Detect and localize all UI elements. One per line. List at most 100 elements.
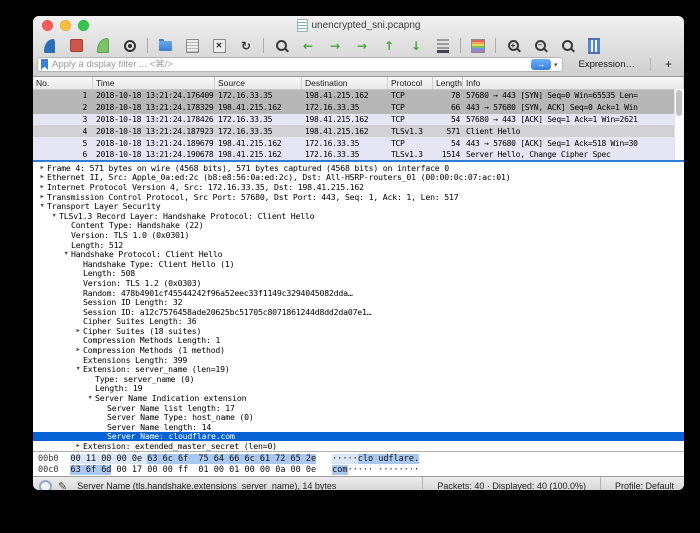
tree-item[interactable]: Version: TLS 1.0 (0x0301) — [33, 230, 684, 240]
tree-item[interactable]: ▼ TLSv1.3 Record Layer: Handshake Protoco… — [33, 211, 684, 221]
tree-item[interactable]: ▶ Compression Methods (1 method) — [33, 345, 684, 355]
tree-item[interactable]: Length: 19 — [33, 383, 684, 393]
apply-filter-button[interactable]: → — [530, 59, 551, 70]
column-header-source[interactable]: Source — [215, 77, 302, 89]
tree-item[interactable]: Handshake Type: Client Hello (1) — [33, 259, 684, 269]
capture-comment-icon[interactable]: ✎ — [58, 480, 67, 491]
auto-scroll-button[interactable] — [434, 37, 452, 54]
expand-arrow-icon[interactable]: ▶ — [73, 347, 83, 353]
zoom-reset-button[interactable] — [558, 37, 576, 54]
column-header-destination[interactable]: Destination — [302, 77, 388, 89]
profile-selector[interactable]: Profile: Default — [599, 477, 678, 490]
tree-item[interactable]: Content Type: Handshake (22) — [33, 220, 684, 230]
go-to-packet-button[interactable]: → — [353, 37, 371, 54]
tree-item[interactable]: Version: TLS 1.2 (0x0303) — [33, 278, 684, 288]
tree-item[interactable]: Extensions Length: 399 — [33, 355, 684, 365]
tree-item[interactable]: ▼ Server Name Indication extension — [33, 393, 684, 403]
restart-capture-button[interactable] — [94, 37, 112, 54]
toolbar-group — [40, 37, 139, 54]
packet-bytes-pane[interactable]: 00b0 00 11 00 00 0e 63 6c 6f 75 64 66 6c … — [33, 451, 684, 476]
tree-item[interactable]: Type: server_name (0) — [33, 374, 684, 384]
go-back-button[interactable]: ← — [299, 37, 317, 54]
packet-row[interactable]: 1 2018-10-18 13:21:24.176409 172.16.33.35 1… — [33, 90, 684, 102]
go-first-button[interactable]: ↑ — [380, 37, 398, 54]
collapse-arrow-icon[interactable]: ▼ — [37, 203, 47, 209]
packet-cell-protocol: TLSv1.3 — [391, 150, 423, 160]
expand-arrow-icon[interactable]: ▶ — [73, 328, 83, 334]
tree-item[interactable]: Session ID Length: 32 — [33, 297, 684, 307]
tree-item[interactable]: Server Name length: 14 — [33, 422, 684, 432]
column-header-length[interactable]: Length — [433, 77, 463, 89]
packet-cell-destination: 198.41.215.162 — [305, 91, 369, 101]
expand-arrow-icon[interactable]: ▶ — [37, 194, 47, 200]
tree-item[interactable]: ▼ Transport Layer Security — [33, 201, 684, 211]
column-header-time[interactable]: Time — [93, 77, 215, 89]
packet-row[interactable]: 2 2018-10-18 13:21:24.178329 198.41.215.16… — [33, 101, 684, 114]
colorize-packets-icon — [471, 38, 485, 53]
colorize-packets-button[interactable] — [469, 37, 487, 54]
filter-bookmark-icon[interactable] — [41, 59, 48, 70]
collapse-arrow-icon[interactable]: ▼ — [49, 213, 59, 219]
collapse-arrow-icon[interactable]: ▼ — [73, 366, 83, 372]
stop-capture-button[interactable] — [67, 37, 85, 54]
expand-arrow-icon[interactable]: ▶ — [37, 165, 47, 171]
minimize-window-button[interactable] — [60, 20, 71, 31]
column-header-protocol[interactable]: Protocol — [388, 77, 433, 89]
tree-item[interactable]: ▶ Frame 4: 571 bytes on wire (4568 bits),… — [33, 163, 684, 173]
tree-item[interactable]: Length: 512 — [33, 240, 684, 250]
expert-info-icon[interactable] — [39, 479, 52, 490]
tree-item-label: Cipher Suites (18 suites) — [83, 325, 202, 336]
reload-file-button[interactable]: ↻ — [237, 37, 255, 54]
close-window-button[interactable] — [42, 20, 53, 31]
tree-item[interactable]: ▶ Extension: extended_master_secret (len=… — [33, 441, 684, 451]
tree-item[interactable]: Random: 478b4901cf45544242f96a52eec33f11… — [33, 288, 684, 298]
packet-cell-no: 2 — [82, 103, 87, 113]
packet-row[interactable]: 6 2018-10-18 13:21:24.190678 198.41.215.16… — [33, 148, 684, 160]
tree-item[interactable]: Cipher Suites Length: 36 — [33, 316, 684, 326]
close-file-button[interactable] — [210, 37, 228, 54]
add-filter-button[interactable]: + — [649, 58, 680, 71]
packet-cell-no: 1 — [82, 91, 87, 101]
filter-history-caret-icon[interactable]: ▾ — [551, 61, 561, 69]
tree-item[interactable]: ▶ Cipher Suites (18 suites) — [33, 326, 684, 336]
find-packet-button[interactable] — [272, 37, 290, 54]
zoom-in-button[interactable] — [504, 37, 522, 54]
save-file-button[interactable] — [183, 37, 201, 54]
open-file-button[interactable] — [156, 37, 174, 54]
column-header-no[interactable]: No. — [33, 77, 93, 89]
display-filter-input[interactable]: Apply a display filter ... <⌘/> → ▾ — [37, 57, 564, 72]
title-bar[interactable]: unencrypted_sni.pcapng — [33, 16, 684, 35]
collapse-arrow-icon[interactable]: ▼ — [61, 251, 71, 257]
tree-item[interactable]: Server Name list length: 17 — [33, 403, 684, 413]
resize-columns-button[interactable] — [585, 37, 603, 54]
expand-arrow-icon[interactable]: ▶ — [37, 174, 47, 180]
column-header-info[interactable]: Info — [463, 77, 684, 89]
expression-button[interactable]: Expression… — [568, 59, 645, 70]
tree-item[interactable]: ▶ Internet Protocol Version 4, Src: 172.1… — [33, 182, 684, 192]
tree-item[interactable]: ▼ Extension: server_name (len=19) — [33, 364, 684, 374]
scrollbar-thumb[interactable] — [676, 90, 682, 116]
packet-row[interactable]: 4 2018-10-18 13:21:24.187923 172.16.33.35 1… — [33, 125, 684, 138]
capture-options-button[interactable] — [121, 37, 139, 54]
collapse-arrow-icon[interactable]: ▼ — [85, 395, 95, 401]
go-forward-button[interactable]: → — [326, 37, 344, 54]
zoom-window-button[interactable] — [78, 20, 89, 31]
tree-item[interactable]: Server Name: cloudflare.com — [33, 431, 684, 441]
expand-arrow-icon[interactable]: ▶ — [37, 184, 47, 190]
go-last-button[interactable]: ↓ — [407, 37, 425, 54]
packet-row[interactable]: 3 2018-10-18 13:21:24.178426 172.16.33.35 1… — [33, 113, 684, 126]
tree-item[interactable]: Server Name Type: host_name (0) — [33, 412, 684, 422]
hex-row[interactable]: 00b0 00 11 00 00 0e 63 6c 6f 75 64 66 6c … — [38, 454, 684, 465]
wireshark-fin-button[interactable] — [40, 37, 58, 54]
hex-row[interactable]: 00c0 63 6f 6d 00 17 00 00 ff 01 00 01 00 … — [38, 464, 684, 476]
tree-item[interactable]: Compression Methods Length: 1 — [33, 335, 684, 345]
packet-row[interactable]: 5 2018-10-18 13:21:24.189679 198.41.215.16… — [33, 137, 684, 149]
expand-arrow-icon[interactable]: ▶ — [73, 443, 83, 449]
tree-item[interactable]: Session ID: a12c7576458ade20625bc51705c8… — [33, 307, 684, 317]
tree-item[interactable]: Length: 508 — [33, 268, 684, 278]
packet-list-scrollbar[interactable] — [674, 89, 684, 160]
zoom-out-button[interactable] — [531, 37, 549, 54]
tree-item[interactable]: ▶ Ethernet II, Src: Apple_0a:ed:2c (b8:e8… — [33, 172, 684, 182]
tree-item[interactable]: ▼ Handshake Protocol: Client Hello — [33, 249, 684, 259]
tree-item[interactable]: ▶ Transmission Control Protocol, Src Port… — [33, 192, 684, 202]
